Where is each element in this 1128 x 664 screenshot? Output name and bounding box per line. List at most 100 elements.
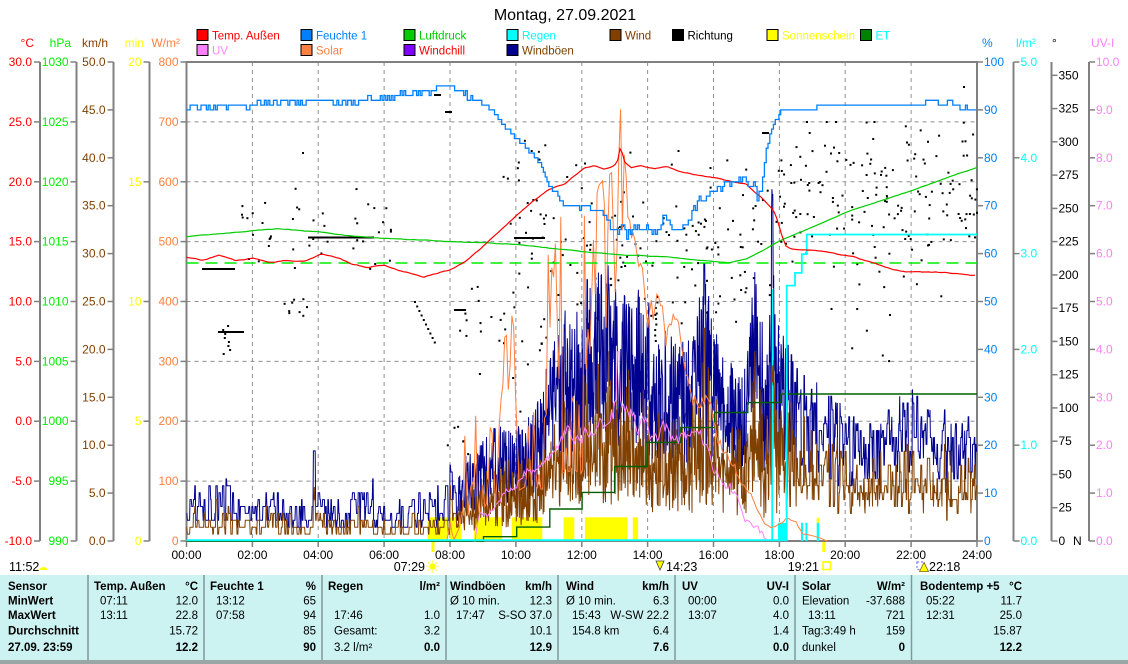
svg-text:0.0: 0.0 [15, 414, 32, 428]
svg-text:1.0: 1.0 [1096, 486, 1113, 500]
svg-text:0.0: 0.0 [1096, 534, 1113, 548]
svg-text:0.0: 0.0 [773, 596, 789, 608]
svg-text:1.0: 1.0 [1021, 438, 1038, 452]
svg-text:W-SW 22.2: W-SW 22.2 [610, 610, 669, 622]
svg-text:70: 70 [984, 199, 998, 213]
svg-text:hPa: hPa [50, 36, 72, 50]
svg-text:400: 400 [158, 295, 178, 309]
svg-text:°C: °C [1009, 581, 1022, 593]
svg-text:225: 225 [1059, 235, 1079, 249]
svg-text:-5.0: -5.0 [11, 474, 32, 488]
svg-text:20.0: 20.0 [9, 175, 33, 189]
svg-text:10.0: 10.0 [1096, 55, 1120, 69]
svg-text:10.0: 10.0 [82, 438, 106, 452]
svg-text:10.0: 10.0 [9, 295, 33, 309]
svg-text:MaxWert: MaxWert [8, 610, 56, 622]
svg-text:07:11: 07:11 [100, 596, 128, 608]
svg-text:5: 5 [135, 414, 142, 428]
svg-text:800: 800 [158, 55, 178, 69]
svg-text:75: 75 [1059, 434, 1073, 448]
svg-text:UV: UV [212, 46, 228, 58]
svg-text:15.87: 15.87 [993, 626, 1022, 638]
svg-text:22.8: 22.8 [176, 610, 198, 622]
svg-text:25.0: 25.0 [82, 295, 106, 309]
svg-text:700: 700 [158, 115, 178, 129]
svg-text:5.0: 5.0 [1096, 295, 1113, 309]
svg-text:85: 85 [303, 626, 316, 638]
svg-text:500: 500 [158, 235, 178, 249]
svg-text:15.0: 15.0 [82, 390, 106, 404]
svg-text:30.0: 30.0 [82, 247, 106, 261]
svg-text:Richtung: Richtung [688, 31, 733, 43]
svg-text:S-SO 37.0: S-SO 37.0 [498, 610, 552, 622]
svg-text:125: 125 [1059, 368, 1079, 382]
svg-text:UV-I: UV-I [767, 581, 789, 593]
svg-text:-37.688: -37.688 [866, 596, 905, 608]
svg-text:1020: 1020 [42, 175, 69, 189]
svg-text:%: % [982, 36, 993, 50]
svg-text:Ø 10 min.: Ø 10 min. [450, 596, 500, 608]
svg-text:5.0: 5.0 [1021, 55, 1038, 69]
svg-text:721: 721 [886, 610, 905, 622]
svg-text:3.2 l/m²: 3.2 l/m² [334, 642, 373, 654]
svg-text:30: 30 [984, 390, 998, 404]
svg-text:5.0: 5.0 [89, 486, 106, 500]
svg-text:Sensor: Sensor [8, 581, 48, 593]
svg-text:Solar: Solar [802, 581, 831, 593]
svg-text:km/h: km/h [525, 581, 552, 593]
svg-text:13:12: 13:12 [216, 596, 245, 608]
svg-text:7.6: 7.6 [653, 642, 669, 654]
svg-text:154.8 km: 154.8 km [572, 626, 619, 638]
svg-text:15.0: 15.0 [9, 235, 33, 249]
svg-text:12.2: 12.2 [176, 642, 198, 654]
svg-text:12.9: 12.9 [530, 642, 552, 654]
svg-text:20: 20 [984, 438, 998, 452]
svg-text:0: 0 [899, 642, 905, 654]
svg-text:15.72: 15.72 [169, 626, 198, 638]
svg-text:1005: 1005 [42, 354, 69, 368]
svg-text:10: 10 [128, 295, 142, 309]
svg-text:0.0: 0.0 [773, 642, 789, 654]
svg-text:14:00: 14:00 [633, 548, 663, 562]
svg-text:°C: °C [185, 581, 198, 593]
svg-text:Regen: Regen [328, 581, 363, 593]
svg-text:8.0: 8.0 [1096, 151, 1113, 165]
svg-text:25.0: 25.0 [1000, 610, 1022, 622]
svg-text:1030: 1030 [42, 55, 69, 69]
svg-text:dunkel: dunkel [802, 642, 836, 654]
svg-text:Windchill: Windchill [419, 46, 465, 58]
svg-text:Feuchte 1: Feuchte 1 [316, 31, 367, 43]
svg-text:UV-I: UV-I [1091, 36, 1114, 50]
svg-text:Temp. Außen: Temp. Außen [212, 31, 280, 43]
svg-text:100: 100 [984, 55, 1004, 69]
svg-text:50: 50 [1059, 468, 1073, 482]
svg-text:995: 995 [48, 474, 68, 488]
svg-text:990: 990 [48, 534, 68, 548]
svg-text:25: 25 [1059, 501, 1073, 515]
svg-text:Solar: Solar [316, 46, 343, 58]
svg-text:150: 150 [1059, 334, 1079, 348]
svg-text:2.0: 2.0 [1021, 342, 1038, 356]
svg-text:3.0: 3.0 [1021, 247, 1038, 261]
svg-text:l/m²: l/m² [1016, 36, 1036, 50]
svg-text:1.4: 1.4 [773, 626, 790, 638]
svg-text:07:58: 07:58 [216, 610, 245, 622]
svg-text:05:22: 05:22 [926, 596, 955, 608]
svg-text:10:00: 10:00 [501, 548, 531, 562]
svg-text:1000: 1000 [42, 414, 69, 428]
svg-text:Wind: Wind [625, 31, 651, 43]
svg-text:20: 20 [128, 55, 142, 69]
svg-text:600: 600 [158, 175, 178, 189]
svg-text:22:18: 22:18 [929, 560, 960, 574]
svg-text:4.0: 4.0 [773, 610, 789, 622]
svg-text:1025: 1025 [42, 115, 69, 129]
svg-text:l/m²: l/m² [420, 581, 441, 593]
svg-text:325: 325 [1059, 102, 1079, 116]
svg-text:35.0: 35.0 [82, 199, 106, 213]
svg-text:6.0: 6.0 [1096, 247, 1113, 261]
svg-text:Montag, 27.09.2021: Montag, 27.09.2021 [494, 7, 636, 24]
svg-text:20.0: 20.0 [82, 342, 106, 356]
svg-text:17:46: 17:46 [334, 610, 363, 622]
svg-text:Durchschnitt: Durchschnitt [8, 626, 79, 638]
svg-text:350: 350 [1059, 68, 1079, 82]
